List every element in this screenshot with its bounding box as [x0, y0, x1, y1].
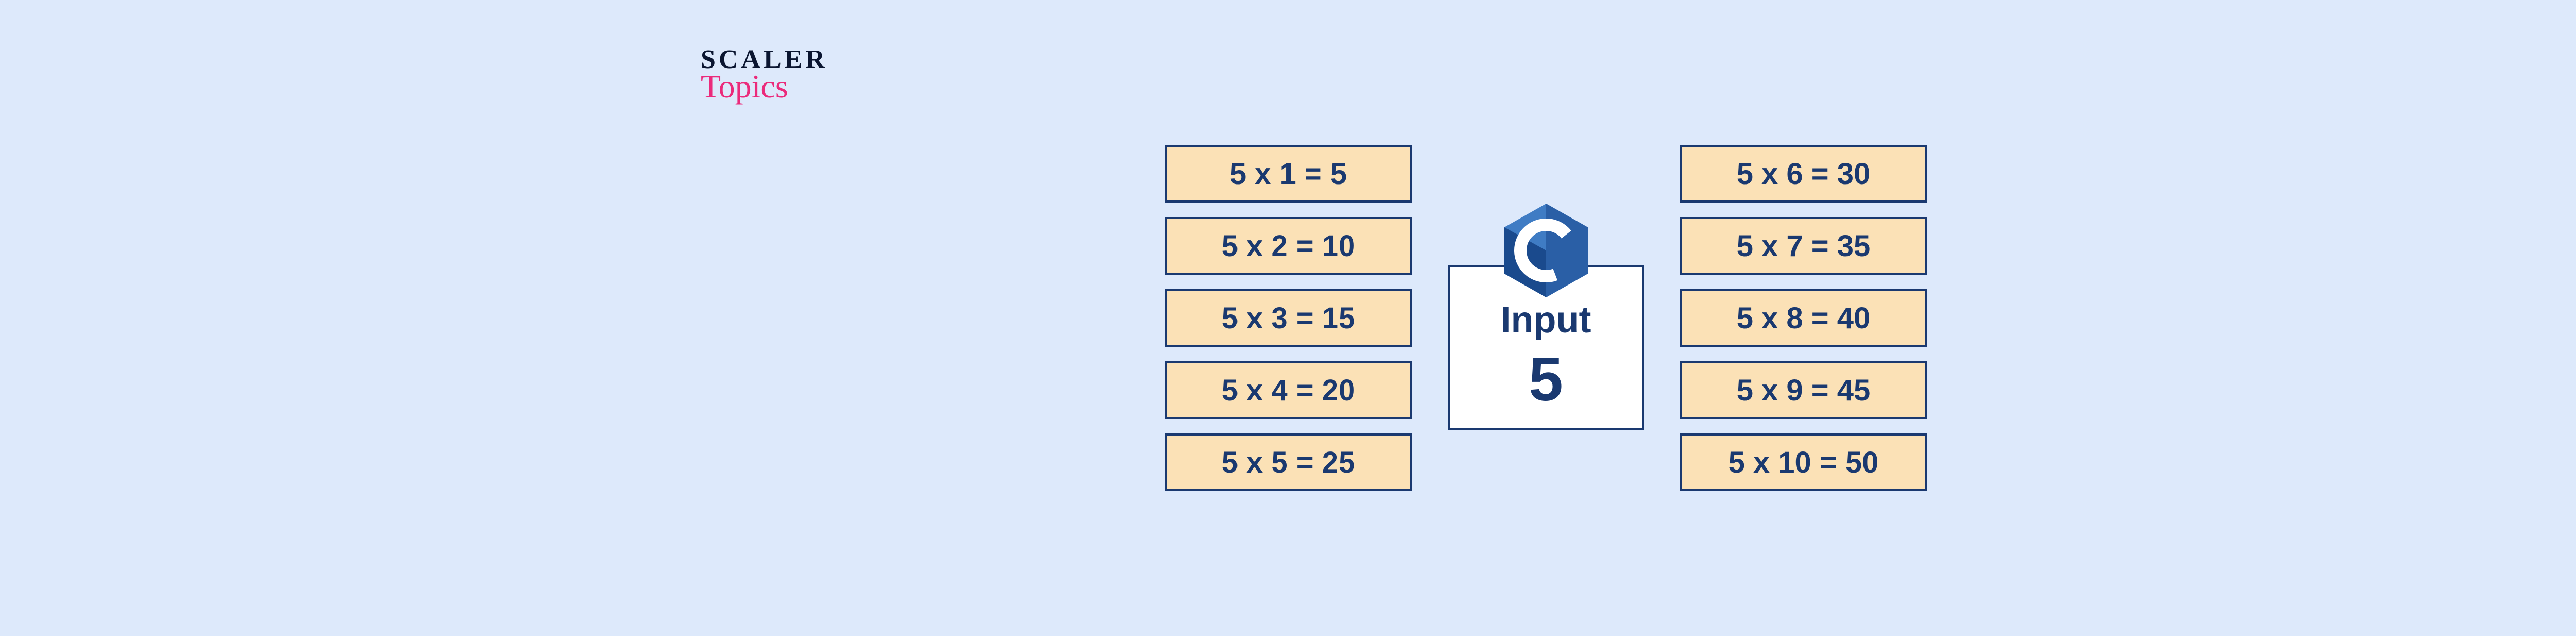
table-row: 5 x 5 = 25 — [1165, 433, 1412, 491]
table-row: 5 x 6 = 30 — [1680, 145, 1927, 203]
table-row: 5 x 4 = 20 — [1165, 361, 1412, 419]
table-row: 5 x 1 = 5 — [1165, 145, 1412, 203]
table-row: 5 x 10 = 50 — [1680, 433, 1927, 491]
c-language-icon — [1502, 202, 1590, 302]
input-value: 5 — [1529, 348, 1563, 410]
scaler-topics-logo: SCALER Topics — [701, 46, 828, 103]
table-row: 5 x 7 = 35 — [1680, 217, 1927, 275]
table-row: 5 x 8 = 40 — [1680, 289, 1927, 347]
diagram-stage: 5 x 1 = 5 5 x 2 = 10 5 x 3 = 15 5 x 4 = … — [1165, 145, 1927, 491]
right-column: 5 x 6 = 30 5 x 7 = 35 5 x 8 = 40 5 x 9 =… — [1680, 145, 1927, 491]
left-column: 5 x 1 = 5 5 x 2 = 10 5 x 3 = 15 5 x 4 = … — [1165, 145, 1412, 491]
logo-text-topics: Topics — [701, 70, 828, 103]
input-label: Input — [1501, 299, 1591, 341]
center-block: Input 5 — [1443, 202, 1649, 430]
table-row: 5 x 9 = 45 — [1680, 361, 1927, 419]
table-row: 5 x 2 = 10 — [1165, 217, 1412, 275]
table-row: 5 x 3 = 15 — [1165, 289, 1412, 347]
